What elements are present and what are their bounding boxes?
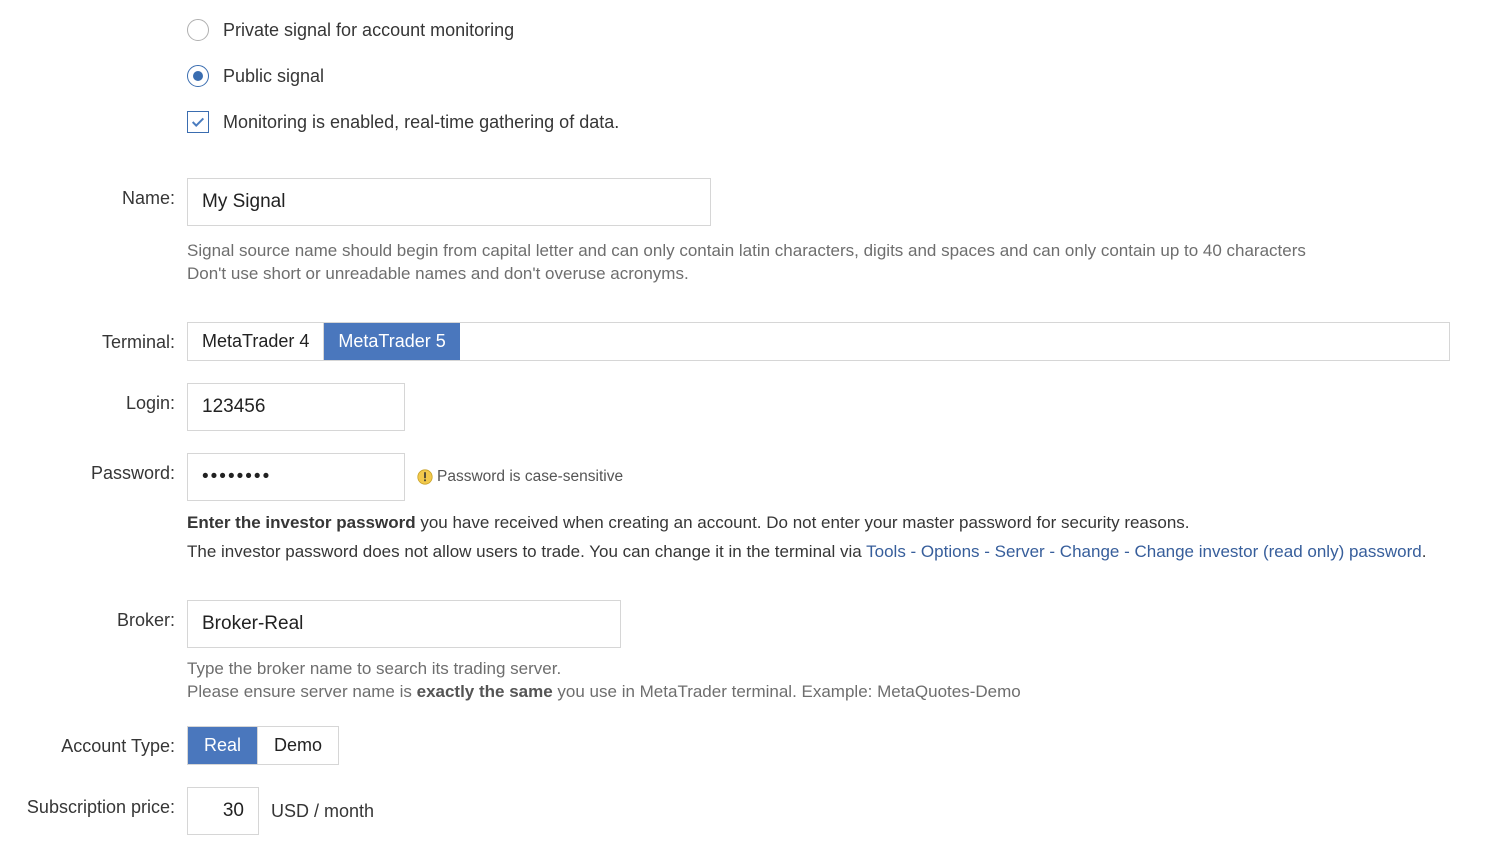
password-help-link[interactable]: Tools - Options - Server - Change - Chan… xyxy=(866,542,1422,561)
subscription-label: Subscription price: xyxy=(5,787,187,818)
name-hint: Signal source name should begin from cap… xyxy=(187,240,1450,286)
terminal-option-mt5[interactable]: MetaTrader 5 xyxy=(323,323,459,360)
radio-public-label: Public signal xyxy=(223,66,324,87)
account-type-demo[interactable]: Demo xyxy=(257,727,338,764)
broker-row: Broker: Type the broker name to search i… xyxy=(5,600,1450,704)
account-type-label: Account Type: xyxy=(5,726,187,757)
login-label: Login: xyxy=(5,383,187,414)
password-hint1-strong: Enter the investor password xyxy=(187,513,416,532)
warning-icon xyxy=(417,469,433,485)
broker-hint2: Please ensure server name is exactly the… xyxy=(187,681,1450,704)
terminal-label: Terminal: xyxy=(5,322,187,353)
password-input[interactable] xyxy=(187,453,405,501)
account-type-toggle: Real Demo xyxy=(187,726,339,765)
terminal-row: Terminal: MetaTrader 4 MetaTrader 5 xyxy=(5,322,1450,361)
broker-label: Broker: xyxy=(5,600,187,631)
radio-private-signal[interactable]: Private signal for account monitoring xyxy=(187,10,1450,50)
subscription-price-input[interactable] xyxy=(187,787,259,835)
account-type-row: Account Type: Real Demo xyxy=(5,726,1450,765)
name-row: Name: Signal source name should begin fr… xyxy=(5,178,1450,286)
radio-icon xyxy=(187,19,209,41)
checkbox-monitoring-label: Monitoring is enabled, real-time gatheri… xyxy=(223,112,619,133)
password-label: Password: xyxy=(5,453,187,484)
signal-form: Private signal for account monitoring Pu… xyxy=(5,10,1450,835)
terminal-option-mt4[interactable]: MetaTrader 4 xyxy=(188,323,323,360)
password-row: Password: Password is case-sensitive xyxy=(5,453,1450,564)
name-input[interactable] xyxy=(187,178,711,226)
subscription-row: Subscription price: USD / month xyxy=(5,787,1450,835)
terminal-toggle: MetaTrader 4 MetaTrader 5 xyxy=(187,322,1450,361)
subscription-unit: USD / month xyxy=(271,801,374,822)
password-hint2-tail: . xyxy=(1422,542,1427,561)
password-hint2-plain: The investor password does not allow use… xyxy=(187,542,866,561)
checkbox-monitoring[interactable]: Monitoring is enabled, real-time gatheri… xyxy=(187,102,1450,142)
login-row: Login: xyxy=(5,383,1450,431)
radio-private-label: Private signal for account monitoring xyxy=(223,20,514,41)
checkbox-icon xyxy=(187,111,209,133)
login-input[interactable] xyxy=(187,383,405,431)
password-note: Password is case-sensitive xyxy=(417,468,623,486)
account-type-real[interactable]: Real xyxy=(188,727,257,764)
name-label: Name: xyxy=(5,178,187,209)
password-hint2: The investor password does not allow use… xyxy=(187,540,1450,565)
password-hint1-rest: you have received when creating an accou… xyxy=(416,513,1190,532)
empty-label xyxy=(5,10,187,20)
broker-hint1: Type the broker name to search its tradi… xyxy=(187,658,1450,681)
password-hint1: Enter the investor password you have rec… xyxy=(187,511,1450,536)
password-note-text: Password is case-sensitive xyxy=(437,468,623,486)
signal-type-row: Private signal for account monitoring Pu… xyxy=(5,10,1450,142)
radio-icon-selected xyxy=(187,65,209,87)
broker-input[interactable] xyxy=(187,600,621,648)
radio-public-signal[interactable]: Public signal xyxy=(187,56,1450,96)
